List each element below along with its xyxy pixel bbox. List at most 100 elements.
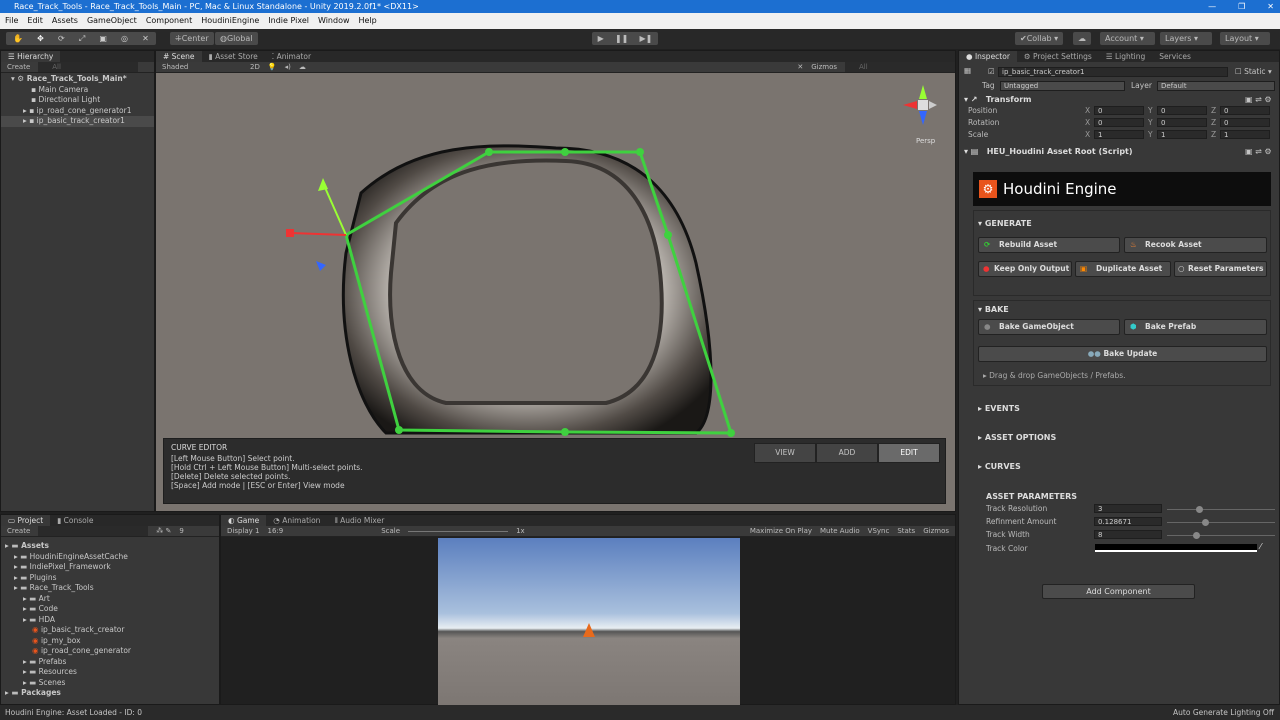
- asset-parameters-header[interactable]: ASSET PARAMETERS: [986, 492, 1077, 501]
- layer-dropdown[interactable]: Default: [1157, 81, 1275, 91]
- project-item[interactable]: ▸ ▬ Race_Track_Tools: [1, 583, 219, 594]
- bake-update-button[interactable]: ●● Bake Update: [978, 346, 1267, 362]
- scale-tool-icon[interactable]: ⤢: [79, 32, 85, 45]
- script-header[interactable]: ▾ ▤ HEU_Houdini Asset Root (Script): [964, 147, 1133, 156]
- maximize-on-play-toggle[interactable]: Maximize On Play: [750, 526, 812, 536]
- param-field[interactable]: 3: [1094, 504, 1162, 513]
- tab-audio-mixer[interactable]: ⦀ Audio Mixer: [327, 515, 391, 526]
- tab-scene[interactable]: # Scene: [156, 51, 202, 62]
- game-gizmos-dropdown[interactable]: Gizmos: [923, 526, 949, 536]
- transform-tool-icon[interactable]: ◎: [121, 32, 128, 45]
- drag-drop-foldout[interactable]: ▸ Drag & drop GameObjects / Prefabs.: [983, 371, 1126, 380]
- rect-tool-icon[interactable]: ▣: [99, 32, 107, 45]
- menu-component[interactable]: Component: [146, 13, 192, 29]
- display-dropdown[interactable]: Display 1: [227, 526, 259, 536]
- events-header[interactable]: ▸ EVENTS: [978, 404, 1020, 413]
- shading-dropdown[interactable]: Shaded: [162, 62, 242, 72]
- project-item[interactable]: ▸ ▬ Prefabs: [1, 657, 219, 668]
- transform-z-field[interactable]: 1: [1220, 130, 1270, 139]
- generate-header[interactable]: ▾ GENERATE: [978, 219, 1032, 228]
- project-search[interactable]: [38, 526, 149, 536]
- minimize-icon[interactable]: —: [1208, 0, 1216, 13]
- menu-window[interactable]: Window: [318, 13, 350, 29]
- play-icon[interactable]: ▶: [598, 32, 604, 45]
- param-field[interactable]: 8: [1094, 530, 1162, 539]
- layers-dropdown[interactable]: Layers ▾: [1160, 32, 1212, 45]
- menu-edit[interactable]: Edit: [27, 13, 43, 29]
- project-item[interactable]: ▸ ▬ Code: [1, 604, 219, 615]
- audio-icon[interactable]: ◂): [285, 62, 291, 72]
- project-item[interactable]: ▸ ▬ HDA: [1, 615, 219, 626]
- tab-hierarchy[interactable]: ☰ Hierarchy: [1, 51, 61, 62]
- track-color-field[interactable]: [1095, 544, 1257, 552]
- transform-x-field[interactable]: 0: [1094, 106, 1144, 115]
- curves-header[interactable]: ▸ CURVES: [978, 462, 1021, 471]
- tab-services[interactable]: Services: [1152, 51, 1198, 62]
- menu-help[interactable]: Help: [359, 13, 377, 29]
- pivot-center-button[interactable]: ⁜Center: [170, 32, 214, 45]
- rebuild-asset-button[interactable]: ⟳ Rebuild Asset: [978, 237, 1120, 253]
- tab-animation[interactable]: ◔ Animation: [266, 515, 327, 526]
- cloud-icon[interactable]: ☁: [1073, 32, 1091, 45]
- recook-asset-button[interactable]: ♨ Recook Asset: [1124, 237, 1267, 253]
- project-item[interactable]: ▸ ▬ Assets: [1, 541, 219, 552]
- tab-asset-store[interactable]: ▮ Asset Store: [202, 51, 265, 62]
- tab-lighting[interactable]: ☰ Lighting: [1099, 51, 1152, 62]
- mode-add-button[interactable]: ADD: [816, 443, 878, 463]
- menu-houdini[interactable]: HoudiniEngine: [201, 13, 259, 29]
- tab-project[interactable]: ▭ Project: [1, 515, 51, 526]
- menu-gameobject[interactable]: GameObject: [87, 13, 137, 29]
- tab-inspector[interactable]: ● Inspector: [959, 51, 1017, 62]
- bake-gameobject-button[interactable]: ● Bake GameObject: [978, 319, 1120, 335]
- gizmos-dropdown[interactable]: Gizmos: [811, 62, 837, 72]
- pause-icon[interactable]: ❚❚: [615, 32, 628, 45]
- transform-y-field[interactable]: 0: [1157, 106, 1207, 115]
- add-component-button[interactable]: Add Component: [1042, 584, 1195, 599]
- effects-icon[interactable]: ☁: [299, 62, 306, 72]
- tab-console[interactable]: ▮ Console: [50, 515, 100, 526]
- aspect-dropdown[interactable]: 16:9: [267, 526, 283, 536]
- keep-only-output-button[interactable]: ● Keep Only Output: [978, 261, 1072, 277]
- mode-view-button[interactable]: VIEW: [754, 443, 816, 463]
- param-field[interactable]: 0.128671: [1094, 517, 1162, 526]
- mute-audio-toggle[interactable]: Mute Audio: [820, 526, 860, 536]
- param-slider[interactable]: [1167, 535, 1275, 536]
- collab-button[interactable]: ✔Collab ▾: [1015, 32, 1064, 45]
- step-icon[interactable]: ▶❚: [640, 32, 653, 45]
- 2d-toggle[interactable]: 2D: [250, 62, 260, 72]
- project-item[interactable]: ▸ ▬ Scenes: [1, 678, 219, 689]
- transform-z-field[interactable]: 0: [1220, 118, 1270, 127]
- transform-x-field[interactable]: 1: [1094, 130, 1144, 139]
- bake-header[interactable]: ▾ BAKE: [978, 305, 1009, 314]
- param-slider[interactable]: [1167, 509, 1275, 510]
- hierarchy-item[interactable]: ▪ Main Camera: [1, 85, 154, 96]
- project-item[interactable]: ▸ ▬ Plugins: [1, 573, 219, 584]
- layout-dropdown[interactable]: Layout ▾: [1220, 32, 1270, 45]
- project-item[interactable]: ◉ ip_basic_track_creator: [1, 625, 219, 636]
- project-item[interactable]: ◉ ip_my_box: [1, 636, 219, 647]
- menu-assets[interactable]: Assets: [52, 13, 78, 29]
- asset-options-header[interactable]: ▸ ASSET OPTIONS: [978, 433, 1056, 442]
- project-item[interactable]: ▸ ▬ Art: [1, 594, 219, 605]
- project-item[interactable]: ▸ ▬ Packages: [1, 688, 219, 699]
- param-slider[interactable]: [1167, 522, 1275, 523]
- move-tool-icon[interactable]: ✥: [37, 32, 44, 45]
- tab-project-settings[interactable]: ⚙ Project Settings: [1017, 51, 1099, 62]
- project-item[interactable]: ◉ ip_road_cone_generator: [1, 646, 219, 657]
- reset-parameters-button[interactable]: ○ Reset Parameters: [1174, 261, 1267, 277]
- tag-dropdown[interactable]: Untagged: [1000, 81, 1125, 91]
- project-item[interactable]: ▸ ▬ Resources: [1, 667, 219, 678]
- duplicate-asset-button[interactable]: ▣ Duplicate Asset: [1075, 261, 1171, 277]
- custom-tool-icon[interactable]: ✕: [142, 32, 149, 45]
- rotate-tool-icon[interactable]: ⟳: [58, 32, 65, 45]
- hand-tool-icon[interactable]: ✋: [13, 32, 23, 45]
- lighting-icon[interactable]: 💡: [268, 62, 277, 72]
- tools-icon[interactable]: ✕: [797, 62, 803, 72]
- menu-indie-pixel[interactable]: Indie Pixel: [268, 13, 309, 29]
- transform-z-field[interactable]: 0: [1220, 106, 1270, 115]
- bake-prefab-button[interactable]: ⬢ Bake Prefab: [1124, 319, 1267, 335]
- game-view[interactable]: [438, 538, 740, 705]
- scene-search[interactable]: All: [845, 62, 955, 72]
- project-create-dropdown[interactable]: Create: [7, 526, 30, 536]
- static-toggle[interactable]: ☐ Static ▾: [1235, 67, 1272, 76]
